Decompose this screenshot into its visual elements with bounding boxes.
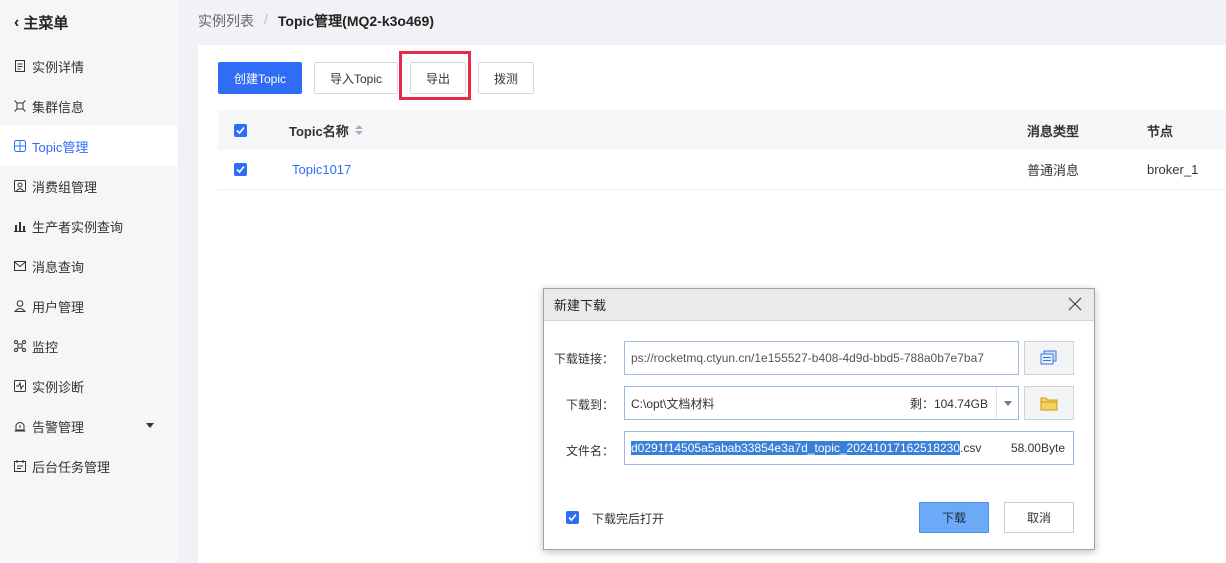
- create-topic-button[interactable]: 创建Topic: [218, 62, 302, 94]
- diagnosis-icon: [14, 380, 26, 392]
- free-space-text: 剩：104.74GB: [909, 396, 988, 411]
- sidebar-item-label: 集群信息: [32, 99, 85, 115]
- path-dropdown-button[interactable]: [996, 387, 1018, 419]
- sidebar-item-background-tasks[interactable]: 后台任务管理: [0, 446, 178, 486]
- select-all-checkbox[interactable]: [234, 123, 247, 137]
- table-row: Topic1017 普通消息 broker_1: [218, 150, 1226, 190]
- copy-icon: [1040, 350, 1057, 365]
- copy-url-button[interactable]: [1024, 341, 1074, 375]
- breadcrumb-separator: /: [264, 11, 268, 27]
- download-url-label: 下载链接：: [553, 352, 614, 366]
- cluster-icon: [14, 100, 26, 112]
- save-path-field[interactable]: C:\opt\文档材料 剩：104.74GB: [624, 386, 1019, 420]
- column-header-node: 节点: [1147, 123, 1174, 139]
- column-header-message-type: 消息类型: [1027, 123, 1080, 139]
- user-icon: [14, 300, 26, 312]
- sidebar-item-label: 告警管理: [32, 419, 85, 435]
- dialog-title: 新建下载: [554, 298, 607, 313]
- open-after-download-checkbox[interactable]: [566, 511, 579, 524]
- open-after-download-label[interactable]: 下载完后打开: [592, 510, 664, 527]
- sidebar-item-monitor[interactable]: 监控: [0, 326, 178, 366]
- sidebar-item-label: 生产者实例查询: [32, 219, 124, 235]
- message-icon: [14, 260, 26, 272]
- browse-folder-button[interactable]: [1024, 386, 1074, 420]
- toolbar: 创建Topic 导入Topic 导出 拨测: [218, 62, 534, 94]
- sidebar-item-label: 用户管理: [32, 299, 85, 315]
- sidebar-item-user-management[interactable]: 用户管理: [0, 286, 178, 326]
- task-icon: [14, 460, 26, 472]
- sidebar-item-label: 消息查询: [32, 259, 85, 275]
- file-size-text: 58.00Byte: [1006, 441, 1065, 455]
- sidebar-item-label: 后台任务管理: [32, 459, 111, 475]
- sidebar-item-message-query[interactable]: 消息查询: [0, 246, 178, 286]
- topic-name-link[interactable]: Topic1017: [292, 162, 351, 177]
- document-icon: [14, 60, 26, 72]
- save-to-label: 下载到：: [565, 398, 614, 412]
- filename-label: 文件名：: [565, 444, 614, 458]
- message-type-cell: 普通消息: [1027, 163, 1080, 178]
- check-icon: [236, 165, 245, 174]
- dialog-title-bar: 新建下载: [544, 289, 1094, 321]
- main-menu-back-link[interactable]: ‹ 主菜单: [14, 12, 68, 33]
- page-title: Topic管理(MQ2-k3o469): [277, 13, 434, 29]
- sort-icon[interactable]: [354, 125, 363, 135]
- save-path-value: C:\opt\文档材料: [631, 396, 715, 411]
- sidebar-item-label: 监控: [32, 339, 59, 355]
- breadcrumb: 实例列表 / Topic管理(MQ2-k3o469): [198, 11, 434, 31]
- sidebar: ‹ 主菜单 实例详情 集群信息 Topic管理 消费组管理 生产者实例查询 消息…: [0, 0, 178, 563]
- filename-field[interactable]: d0291f14505a5abab33854e3a7d_topic_202410…: [624, 431, 1074, 465]
- caret-down-icon[interactable]: [146, 423, 154, 428]
- sidebar-item-instance-diagnosis[interactable]: 实例诊断: [0, 366, 178, 406]
- sidebar-item-label: 消费组管理: [32, 179, 98, 195]
- close-icon[interactable]: [1068, 297, 1082, 311]
- check-icon: [236, 126, 245, 134]
- sidebar-item-label: Topic管理: [32, 139, 89, 155]
- sidebar-item-label: 实例详情: [32, 59, 85, 75]
- import-topic-button[interactable]: 导入Topic: [314, 62, 398, 94]
- folder-icon: [1040, 397, 1058, 410]
- column-header-topic-name[interactable]: Topic名称: [289, 121, 363, 140]
- alarm-icon: [14, 420, 26, 432]
- consumer-group-icon: [14, 180, 26, 192]
- main-menu-label: 主菜单: [23, 15, 69, 32]
- node-cell: broker_1: [1147, 162, 1199, 177]
- new-download-dialog: 新建下载 下载链接： ps://rocketmq.ctyun.cn/1e1555…: [543, 288, 1095, 550]
- filename-selected-text: d0291f14505a5abab33854e3a7d_topic_202410…: [631, 441, 961, 455]
- chevron-left-icon: ‹: [14, 13, 20, 31]
- sidebar-nav: 实例详情 集群信息 Topic管理 消费组管理 生产者实例查询 消息查询 用户管…: [0, 46, 178, 486]
- monitor-icon: [14, 340, 26, 352]
- sidebar-item-label: 实例诊断: [32, 379, 85, 395]
- sidebar-item-producer-query[interactable]: 生产者实例查询: [0, 206, 178, 246]
- download-button[interactable]: 下载: [919, 502, 989, 533]
- check-icon: [568, 513, 577, 522]
- cancel-button[interactable]: 取消: [1004, 502, 1074, 533]
- table-header: Topic名称 消息类型 节点: [218, 110, 1226, 150]
- filename-extension: .csv: [960, 441, 982, 455]
- row-checkbox[interactable]: [234, 163, 247, 176]
- export-button[interactable]: 导出: [410, 62, 466, 94]
- bar-chart-icon: [14, 220, 26, 232]
- sidebar-item-alarm-management[interactable]: 告警管理: [0, 406, 178, 446]
- topic-table: Topic名称 消息类型 节点 Topic1017 普通消息 broker_1: [218, 110, 1226, 190]
- topic-icon: [14, 140, 26, 152]
- sidebar-item-consumer-group[interactable]: 消费组管理: [0, 166, 178, 206]
- sidebar-item-cluster-info[interactable]: 集群信息: [0, 86, 178, 126]
- download-url-value: ps://rocketmq.ctyun.cn/1e155527-b408-4d9…: [631, 351, 984, 365]
- column-header-label: Topic名称: [289, 123, 349, 139]
- breadcrumb-instance-list[interactable]: 实例列表: [198, 11, 254, 31]
- chevron-down-icon: [1003, 400, 1012, 406]
- download-url-field[interactable]: ps://rocketmq.ctyun.cn/1e155527-b408-4d9…: [624, 341, 1019, 375]
- sidebar-item-topic-management[interactable]: Topic管理: [0, 126, 178, 166]
- sidebar-item-instance-details[interactable]: 实例详情: [0, 46, 178, 86]
- probe-button[interactable]: 拨测: [478, 62, 534, 94]
